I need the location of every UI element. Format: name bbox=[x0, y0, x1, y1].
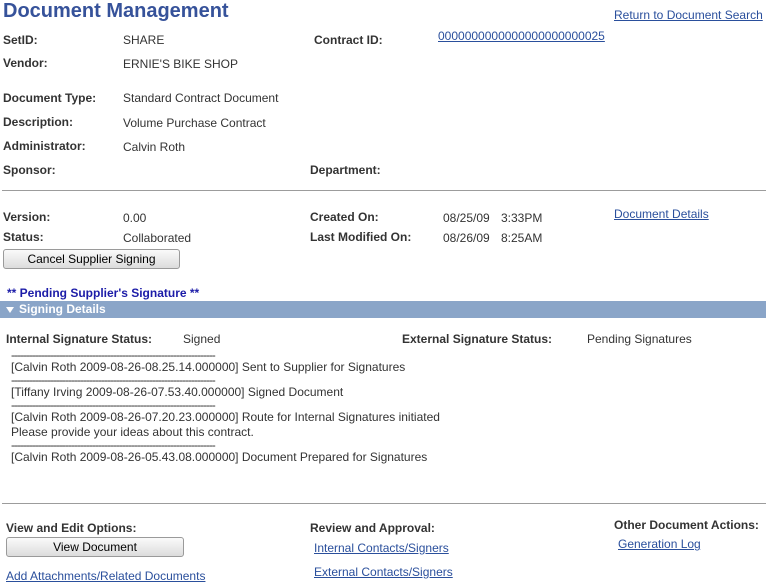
signing-details-header[interactable]: Signing Details bbox=[0, 301, 766, 318]
log-line: Please provide your ideas about this con… bbox=[11, 425, 254, 439]
internal-signature-status-value: Signed bbox=[183, 332, 221, 346]
created-on-label: Created On: bbox=[310, 210, 379, 224]
log-separator: ----------------------------------------… bbox=[11, 400, 216, 410]
other-document-actions-label: Other Document Actions: bbox=[614, 518, 759, 532]
add-attachments-link[interactable]: Add Attachments/Related Documents bbox=[6, 569, 205, 583]
log-line: [Calvin Roth 2009-08-26-05.43.08.000000]… bbox=[11, 450, 428, 464]
generation-log-link[interactable]: Generation Log bbox=[618, 537, 701, 551]
return-to-search-link[interactable]: Return to Document Search bbox=[614, 8, 763, 22]
log-separator: ----------------------------------------… bbox=[11, 440, 216, 450]
vendor-value: ERNIE'S BIKE SHOP bbox=[123, 57, 238, 71]
vendor-label: Vendor: bbox=[3, 56, 48, 70]
log-separator: ----------------------------------------… bbox=[11, 375, 216, 385]
external-contacts-link[interactable]: External Contacts/Signers bbox=[314, 565, 453, 579]
log-entry: [Tiffany Irving 2009-08-26-07.53.40.0000… bbox=[11, 385, 471, 400]
administrator-value: Calvin Roth bbox=[123, 140, 186, 154]
signature-log: ----------------------------------------… bbox=[11, 350, 471, 465]
page-title: Document Management bbox=[3, 0, 229, 22]
version-value: 0.00 bbox=[123, 211, 147, 225]
external-signature-status-value: Pending Signatures bbox=[587, 332, 692, 346]
setid-label: SetID: bbox=[3, 33, 38, 47]
review-approval-label: Review and Approval: bbox=[310, 521, 435, 535]
department-label: Department: bbox=[310, 163, 381, 177]
status-label: Status: bbox=[3, 230, 44, 244]
created-time: 3:33PM bbox=[501, 211, 543, 225]
contract-id-link[interactable]: 0000000000000000000000025 bbox=[438, 29, 605, 43]
collapse-triangle-icon[interactable] bbox=[6, 307, 14, 313]
created-date: 08/25/09 bbox=[443, 211, 490, 225]
log-line: [Calvin Roth 2009-08-26-08.25.14.000000]… bbox=[11, 360, 406, 374]
log-line: [Tiffany Irving 2009-08-26-07.53.40.0000… bbox=[11, 385, 344, 399]
document-details-link[interactable]: Document Details bbox=[614, 207, 709, 221]
view-edit-options-label: View and Edit Options: bbox=[6, 521, 137, 535]
contract-id-label: Contract ID: bbox=[314, 33, 383, 47]
log-separator: ----------------------------------------… bbox=[11, 350, 216, 360]
sponsor-label: Sponsor: bbox=[3, 163, 56, 177]
modified-date: 08/26/09 bbox=[443, 231, 490, 245]
log-entry: [Calvin Roth 2009-08-26-07.20.23.000000]… bbox=[11, 410, 471, 440]
description-value: Volume Purchase Contract bbox=[123, 116, 266, 130]
status-value: Collaborated bbox=[123, 231, 192, 245]
modified-time: 8:25AM bbox=[501, 231, 543, 245]
pending-signature-notice: ** Pending Supplier's Signature ** bbox=[7, 286, 200, 300]
version-label: Version: bbox=[3, 210, 51, 224]
log-entry: [Calvin Roth 2009-08-26-08.25.14.000000]… bbox=[11, 360, 471, 375]
log-entry: [Calvin Roth 2009-08-26-05.43.08.000000]… bbox=[11, 450, 471, 465]
view-document-button[interactable]: View Document bbox=[6, 537, 184, 557]
divider bbox=[2, 190, 766, 191]
log-line: [Calvin Roth 2009-08-26-07.20.23.000000]… bbox=[11, 410, 440, 424]
divider bbox=[2, 503, 766, 504]
document-type-label: Document Type: bbox=[3, 91, 97, 105]
internal-signature-status-label: Internal Signature Status: bbox=[6, 332, 153, 346]
setid-value: SHARE bbox=[123, 33, 165, 47]
external-signature-status-label: External Signature Status: bbox=[402, 332, 553, 346]
description-label: Description: bbox=[3, 115, 74, 129]
administrator-label: Administrator: bbox=[3, 139, 86, 153]
signing-details-title: Signing Details bbox=[19, 302, 106, 316]
document-type-value: Standard Contract Document bbox=[123, 91, 279, 105]
cancel-supplier-signing-button[interactable]: Cancel Supplier Signing bbox=[3, 249, 180, 269]
last-modified-label: Last Modified On: bbox=[310, 230, 412, 244]
internal-contacts-link[interactable]: Internal Contacts/Signers bbox=[314, 541, 449, 555]
